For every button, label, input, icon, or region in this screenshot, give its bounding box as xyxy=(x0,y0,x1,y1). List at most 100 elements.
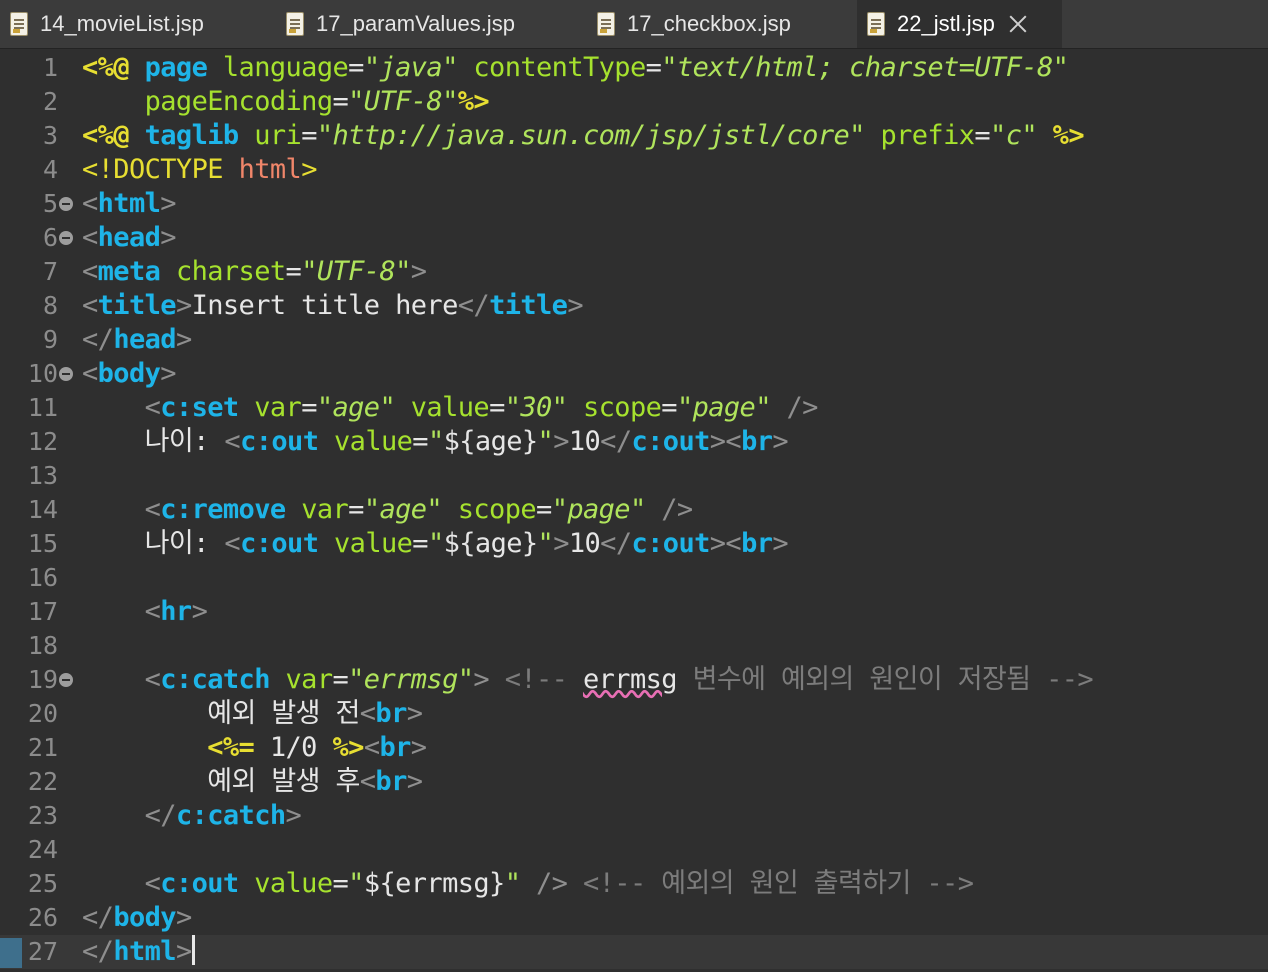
code-token: c:out xyxy=(240,426,319,457)
code-token: > xyxy=(175,324,192,355)
code-line[interactable]: 1 <%@ page language="java" contentType="t… xyxy=(0,51,1268,85)
code-line[interactable]: 3 <%@ taglib uri="http://java.sun.com/jsp… xyxy=(0,119,1268,153)
code-token: </ xyxy=(457,290,490,321)
code-token: " xyxy=(427,426,444,457)
code-token: < xyxy=(144,494,161,525)
code-token: contentType xyxy=(473,52,646,83)
line-number: 4 xyxy=(42,155,58,184)
code-line[interactable]: 20 예외 발생 전<br> xyxy=(0,697,1268,731)
code-token: ${age} xyxy=(443,528,539,559)
code-text: <meta charset="UTF-8"> xyxy=(82,255,427,289)
line-number: 7 xyxy=(42,257,58,286)
code-token: "http://java.sun.com/jsp/jstl/core" xyxy=(316,120,866,151)
code-line[interactable]: 25 <c:out value="${errmsg}" /> <!-- 예외의 … xyxy=(0,867,1268,901)
tab-22-jstl[interactable]: 22_jstl.jsp xyxy=(857,0,1062,48)
code-token: head xyxy=(97,222,161,253)
code-token: < xyxy=(144,868,161,899)
code-line[interactable]: 16 xyxy=(0,561,1268,595)
tab-17-checkbox[interactable]: 17_checkbox.jsp xyxy=(587,0,857,48)
code-text: <title>Insert title here</title> xyxy=(82,289,584,323)
collapse-fold-icon[interactable] xyxy=(59,367,73,381)
line-number: 3 xyxy=(42,121,58,150)
code-text: 예외 발생 후<br> xyxy=(82,765,423,799)
code-token: c:out xyxy=(160,868,239,899)
collapse-fold-icon[interactable] xyxy=(59,673,73,687)
code-line[interactable]: 2 pageEncoding="UTF-8"%> xyxy=(0,85,1268,119)
code-token: = xyxy=(661,392,677,423)
code-line[interactable]: 19 <c:catch var="errmsg"> <!-- errmsg 변수… xyxy=(0,663,1268,697)
code-line[interactable]: 8 <title>Insert title here</title> xyxy=(0,289,1268,323)
jsp-file-icon xyxy=(286,12,304,36)
close-tab-icon[interactable] xyxy=(1009,15,1027,33)
code-token: page xyxy=(144,52,223,83)
code-token: <%@ xyxy=(82,52,145,83)
code-token: "age" xyxy=(316,392,396,423)
code-line[interactable]: 4 <!DOCTYPE html> xyxy=(0,153,1268,187)
code-text: <%@ page language="java" contentType="te… xyxy=(82,51,1069,85)
line-number: 19 xyxy=(27,665,58,694)
code-line[interactable]: 17 <hr> xyxy=(0,595,1268,629)
code-token: c:set xyxy=(160,392,239,423)
code-token: hr xyxy=(160,596,192,627)
code-line[interactable]: 14 <c:remove var="age" scope="page" /> xyxy=(0,493,1268,527)
code-line[interactable]: 12 나이: <c:out value="${age}">10</c:out><… xyxy=(0,425,1268,459)
code-line[interactable]: 6 <head> xyxy=(0,221,1268,255)
code-token: %> xyxy=(457,86,490,117)
code-line[interactable]: 7 <meta charset="UTF-8"> xyxy=(0,255,1268,289)
code-line[interactable]: 15 나이: <c:out value="${age}">10</c:out><… xyxy=(0,527,1268,561)
code-token: = xyxy=(645,52,662,83)
collapse-fold-icon[interactable] xyxy=(59,197,73,211)
code-line[interactable]: 22 예외 발생 후<br> xyxy=(0,765,1268,799)
code-line[interactable]: 18 xyxy=(0,629,1268,663)
tab-14-movielist[interactable]: 14_movieList.jsp xyxy=(0,0,276,48)
code-token: > xyxy=(160,358,176,389)
line-number: 18 xyxy=(27,631,58,660)
code-line[interactable]: 13 xyxy=(0,459,1268,493)
code-line[interactable]: 27 </html> xyxy=(0,935,1268,969)
code-token: uri xyxy=(254,120,302,151)
line-number: 14 xyxy=(27,495,58,524)
code-line[interactable]: 23 </c:catch> xyxy=(0,799,1268,833)
code-token: "text/html; charset=UTF-8" xyxy=(661,52,1069,83)
code-token: = xyxy=(412,426,428,457)
jsp-file-icon xyxy=(10,12,28,36)
code-token: > xyxy=(301,154,317,185)
code-token: > xyxy=(406,698,423,729)
code-editor[interactable]: 1 <%@ page language="java" contentType="t… xyxy=(0,49,1268,972)
code-line[interactable]: 10 <body> xyxy=(0,357,1268,391)
code-token: < xyxy=(224,528,241,559)
code-line[interactable]: 11 <c:set var="age" value="30" scope="pa… xyxy=(0,391,1268,425)
code-token: 예외 발생 전 xyxy=(82,698,360,729)
code-token: 나이: xyxy=(82,426,225,457)
code-token: 1/0 xyxy=(254,732,333,763)
code-token: </ xyxy=(600,528,632,559)
code-line[interactable]: 26 </body> xyxy=(0,901,1268,935)
code-line[interactable]: 9 </head> xyxy=(0,323,1268,357)
code-token: br xyxy=(379,732,411,763)
code-token: = xyxy=(332,86,349,117)
line-number: 22 xyxy=(27,767,58,796)
code-line[interactable]: 5 <html> xyxy=(0,187,1268,221)
code-token: language xyxy=(222,52,349,83)
code-token: html xyxy=(97,188,161,219)
code-token: = xyxy=(412,528,428,559)
code-token: < xyxy=(363,732,380,763)
code-line[interactable]: 24 xyxy=(0,833,1268,867)
code-line[interactable]: 21 <%= 1/0 %><br> xyxy=(0,731,1268,765)
code-token: title xyxy=(97,290,177,321)
line-number: 12 xyxy=(27,427,58,456)
code-token: br xyxy=(741,528,773,559)
collapse-fold-icon[interactable] xyxy=(59,231,73,245)
tab-17-paramvalues[interactable]: 17_paramValues.jsp xyxy=(276,0,587,48)
code-token: "c" xyxy=(990,120,1038,151)
line-number: 15 xyxy=(27,529,58,558)
code-text: 예외 발생 전<br> xyxy=(82,697,423,731)
code-token: charset xyxy=(175,256,286,287)
